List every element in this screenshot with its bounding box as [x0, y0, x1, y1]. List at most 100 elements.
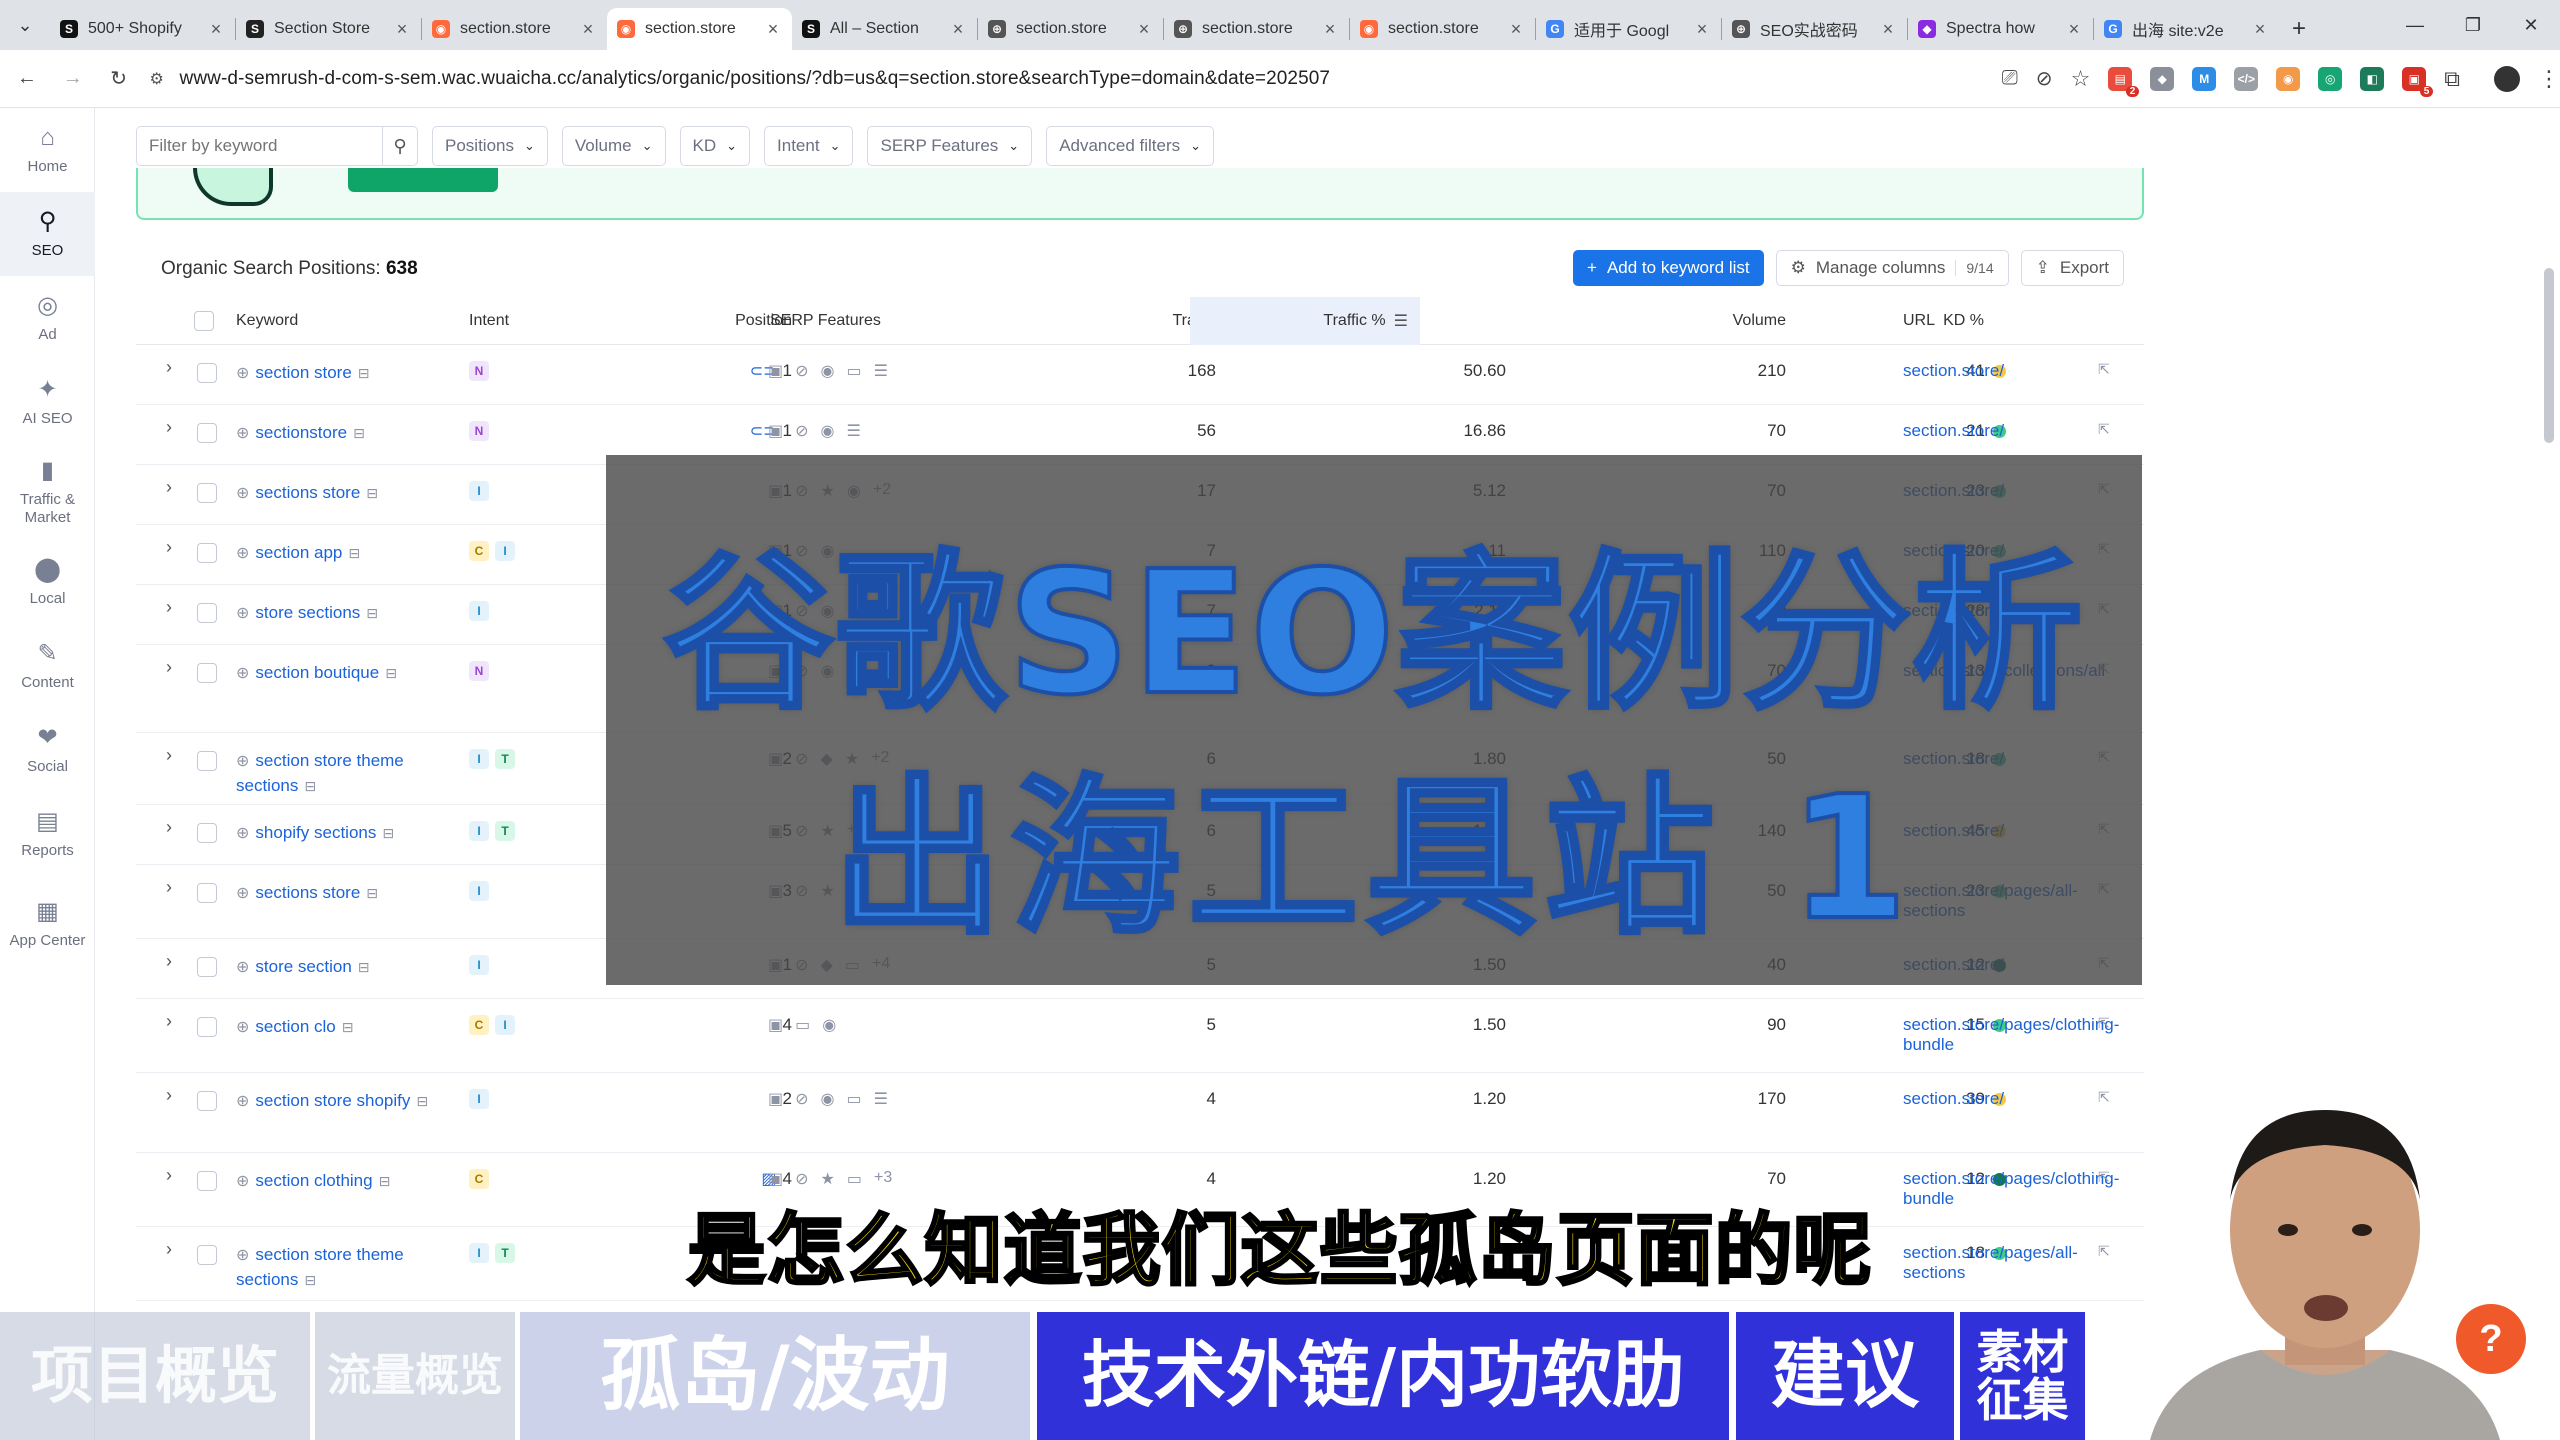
keyword-link[interactable]: sections store — [255, 483, 360, 502]
browser-tab[interactable]: S Section Store × — [236, 8, 421, 50]
tab-close-icon[interactable]: × — [1693, 19, 1711, 40]
expand-row-icon[interactable]: › — [166, 537, 172, 558]
keyword-link[interactable]: sectionstore — [255, 423, 347, 442]
col-volume[interactable]: Volume — [1636, 297, 1786, 345]
add-keyword-icon[interactable]: ⊕ — [236, 825, 249, 842]
add-keyword-icon[interactable]: ⊕ — [236, 885, 249, 902]
chapter-5[interactable]: 建议 — [1736, 1312, 1954, 1440]
chapter-4[interactable]: 技术外链/内功软肋 — [1037, 1312, 1729, 1440]
serp-feature-icon[interactable]: ▭ — [847, 1089, 862, 1109]
serp-feature-icon[interactable]: ⊘ — [795, 1089, 808, 1109]
serp-feature-icon[interactable]: ◉ — [821, 1089, 835, 1109]
browser-tab[interactable]: ◉ section.store × — [607, 8, 792, 50]
keyword-cell[interactable]: ⊕ section store shopify ⊟ — [236, 1089, 456, 1114]
forward-icon[interactable]: → — [54, 60, 92, 98]
add-keyword-icon[interactable]: ⊕ — [236, 365, 249, 382]
back-icon[interactable]: ← — [8, 60, 46, 98]
row-checkbox[interactable] — [197, 823, 217, 843]
browser-tab[interactable]: ◉ section.store × — [1350, 8, 1535, 50]
keyword-link[interactable]: section store — [255, 363, 351, 382]
serp-snapshot-icon[interactable]: ⊟ — [385, 665, 397, 681]
url-text[interactable]: www-d-semrush-d-com-s-sem.wac.wuaicha.cc… — [180, 68, 1331, 90]
add-keyword-icon[interactable]: ⊕ — [236, 605, 249, 622]
serp-snapshot-icon[interactable]: ⊟ — [382, 825, 394, 841]
add-keyword-icon[interactable]: ⊕ — [236, 1019, 249, 1036]
row-checkbox[interactable] — [197, 483, 217, 503]
col-keyword[interactable]: Keyword — [236, 297, 298, 345]
browser-tab[interactable]: S All – Section × — [792, 8, 977, 50]
serp-snapshot-icon[interactable]: ⊟ — [348, 545, 360, 561]
banner-button[interactable] — [348, 168, 498, 192]
url-link[interactable]: section.store/ — [1903, 361, 2093, 381]
expand-row-icon[interactable]: › — [166, 817, 172, 838]
keyword-link[interactable]: shopify sections — [255, 823, 376, 842]
tab-close-icon[interactable]: × — [1135, 19, 1153, 40]
extension-dark-icon[interactable]: ◧ — [2360, 66, 2385, 91]
url-link[interactable]: section.store/ — [1903, 421, 2093, 441]
reload-icon[interactable]: ↻ — [100, 60, 138, 98]
tab-close-icon[interactable]: × — [393, 19, 411, 40]
serp-feature-icon[interactable]: ☰ — [874, 1089, 888, 1109]
intent-filter[interactable]: Intent ⌄ — [764, 126, 854, 166]
serp-feature-icon[interactable]: ▭ — [795, 1015, 810, 1035]
install-icon[interactable]: ⎚ — [2002, 67, 2018, 90]
expand-row-icon[interactable]: › — [166, 657, 172, 678]
external-link-icon[interactable]: ⇱ — [2098, 361, 2110, 378]
row-checkbox[interactable] — [197, 363, 217, 383]
sidebar-item-home[interactable]: ⌂ Home — [0, 108, 95, 192]
serp-feature-icon[interactable]: ◉ — [822, 1015, 836, 1035]
keyword-cell[interactable]: ⊕ shopify sections ⊟ — [236, 821, 456, 846]
row-checkbox[interactable] — [197, 1017, 217, 1037]
row-checkbox[interactable] — [197, 883, 217, 903]
serp-feature-icon[interactable]: ⊘ — [795, 421, 808, 441]
chapter-2[interactable]: 流量概览 — [315, 1312, 515, 1440]
extension-green-icon[interactable]: ◎ — [2318, 66, 2343, 91]
eye-off-icon[interactable]: ⊘ — [2036, 66, 2053, 91]
search-icon[interactable]: ⚲ — [382, 127, 417, 165]
keyword-cell[interactable]: ⊕ section clo ⊟ — [236, 1015, 456, 1040]
serp-feature-icon[interactable]: ★ — [821, 1169, 835, 1189]
keyword-link[interactable]: sections store — [255, 883, 360, 902]
browser-tab[interactable]: ⊕ SEO实战密码 × — [1722, 8, 1907, 50]
keyword-link[interactable]: section store shopify — [255, 1091, 410, 1110]
serp-snapshot-icon[interactable]: ⊟ — [366, 885, 378, 901]
tab-close-icon[interactable]: × — [949, 19, 967, 40]
expand-row-icon[interactable]: › — [166, 1085, 172, 1106]
external-link-icon[interactable]: ⇱ — [2098, 1015, 2110, 1032]
sidebar-item-ai-seo[interactable]: ✦ AI SEO — [0, 360, 95, 444]
keyword-filter-input[interactable] — [137, 127, 382, 165]
keyword-cell[interactable]: ⊕ section boutique ⊟ — [236, 661, 456, 686]
serp-feature-icon[interactable]: ▣ — [768, 1015, 783, 1035]
sidebar-item-local[interactable]: ⬤ Local — [0, 540, 95, 624]
browser-tab[interactable]: ⊕ section.store × — [978, 8, 1163, 50]
url-field[interactable]: ⚙ www-d-semrush-d-com-s-sem.wac.wuaicha.… — [150, 59, 1982, 99]
keyword-cell[interactable]: ⊕ section store ⊟ — [236, 361, 456, 386]
serp-feature-icon[interactable]: ▣ — [768, 1169, 783, 1189]
keyword-cell[interactable]: ⊕ sections store ⊟ — [236, 481, 456, 506]
keyword-cell[interactable]: ⊕ sections store ⊟ — [236, 881, 456, 906]
page-scrollbar[interactable] — [2544, 268, 2554, 443]
serp-snapshot-icon[interactable]: ⊟ — [379, 1173, 391, 1189]
kd-filter[interactable]: KD ⌄ — [679, 126, 751, 166]
col-url[interactable]: URL — [1903, 297, 1935, 345]
extension-red-icon[interactable]: ▤ 2 — [2108, 66, 2140, 97]
keyword-link[interactable]: store sections — [255, 603, 360, 622]
close-window-icon[interactable]: ✕ — [2502, 0, 2560, 50]
browser-tab[interactable]: G 出海 site:v2e × — [2094, 8, 2279, 50]
tab-search-icon[interactable]: ⌄ — [0, 0, 50, 50]
chapter-6[interactable]: 素材征集 — [1960, 1312, 2085, 1440]
serp-feature-icon[interactable]: ▭ — [847, 361, 862, 381]
browser-menu-icon[interactable]: ⋮ — [2538, 66, 2560, 92]
volume-filter[interactable]: Volume ⌄ — [561, 126, 666, 166]
expand-row-icon[interactable]: › — [166, 1011, 172, 1032]
browser-tab[interactable]: S 500+ Shopify × — [50, 8, 235, 50]
sidebar-item-content[interactable]: ✎ Content — [0, 624, 95, 708]
expand-row-icon[interactable]: › — [166, 877, 172, 898]
sidebar-item-seo[interactable]: ⚲ SEO — [0, 192, 95, 276]
browser-tab[interactable]: ◆ Spectra how × — [1908, 8, 2093, 50]
keyword-cell[interactable]: ⊕ section store theme sections ⊟ — [236, 749, 456, 798]
serp-snapshot-icon[interactable]: ⊟ — [358, 959, 370, 975]
chapter-3[interactable]: 孤岛/波动 — [520, 1312, 1030, 1440]
serp-snapshot-icon[interactable]: ⊟ — [366, 605, 378, 621]
url-link[interactable]: section.store/pages/clothing-bundle — [1903, 1015, 2119, 1055]
